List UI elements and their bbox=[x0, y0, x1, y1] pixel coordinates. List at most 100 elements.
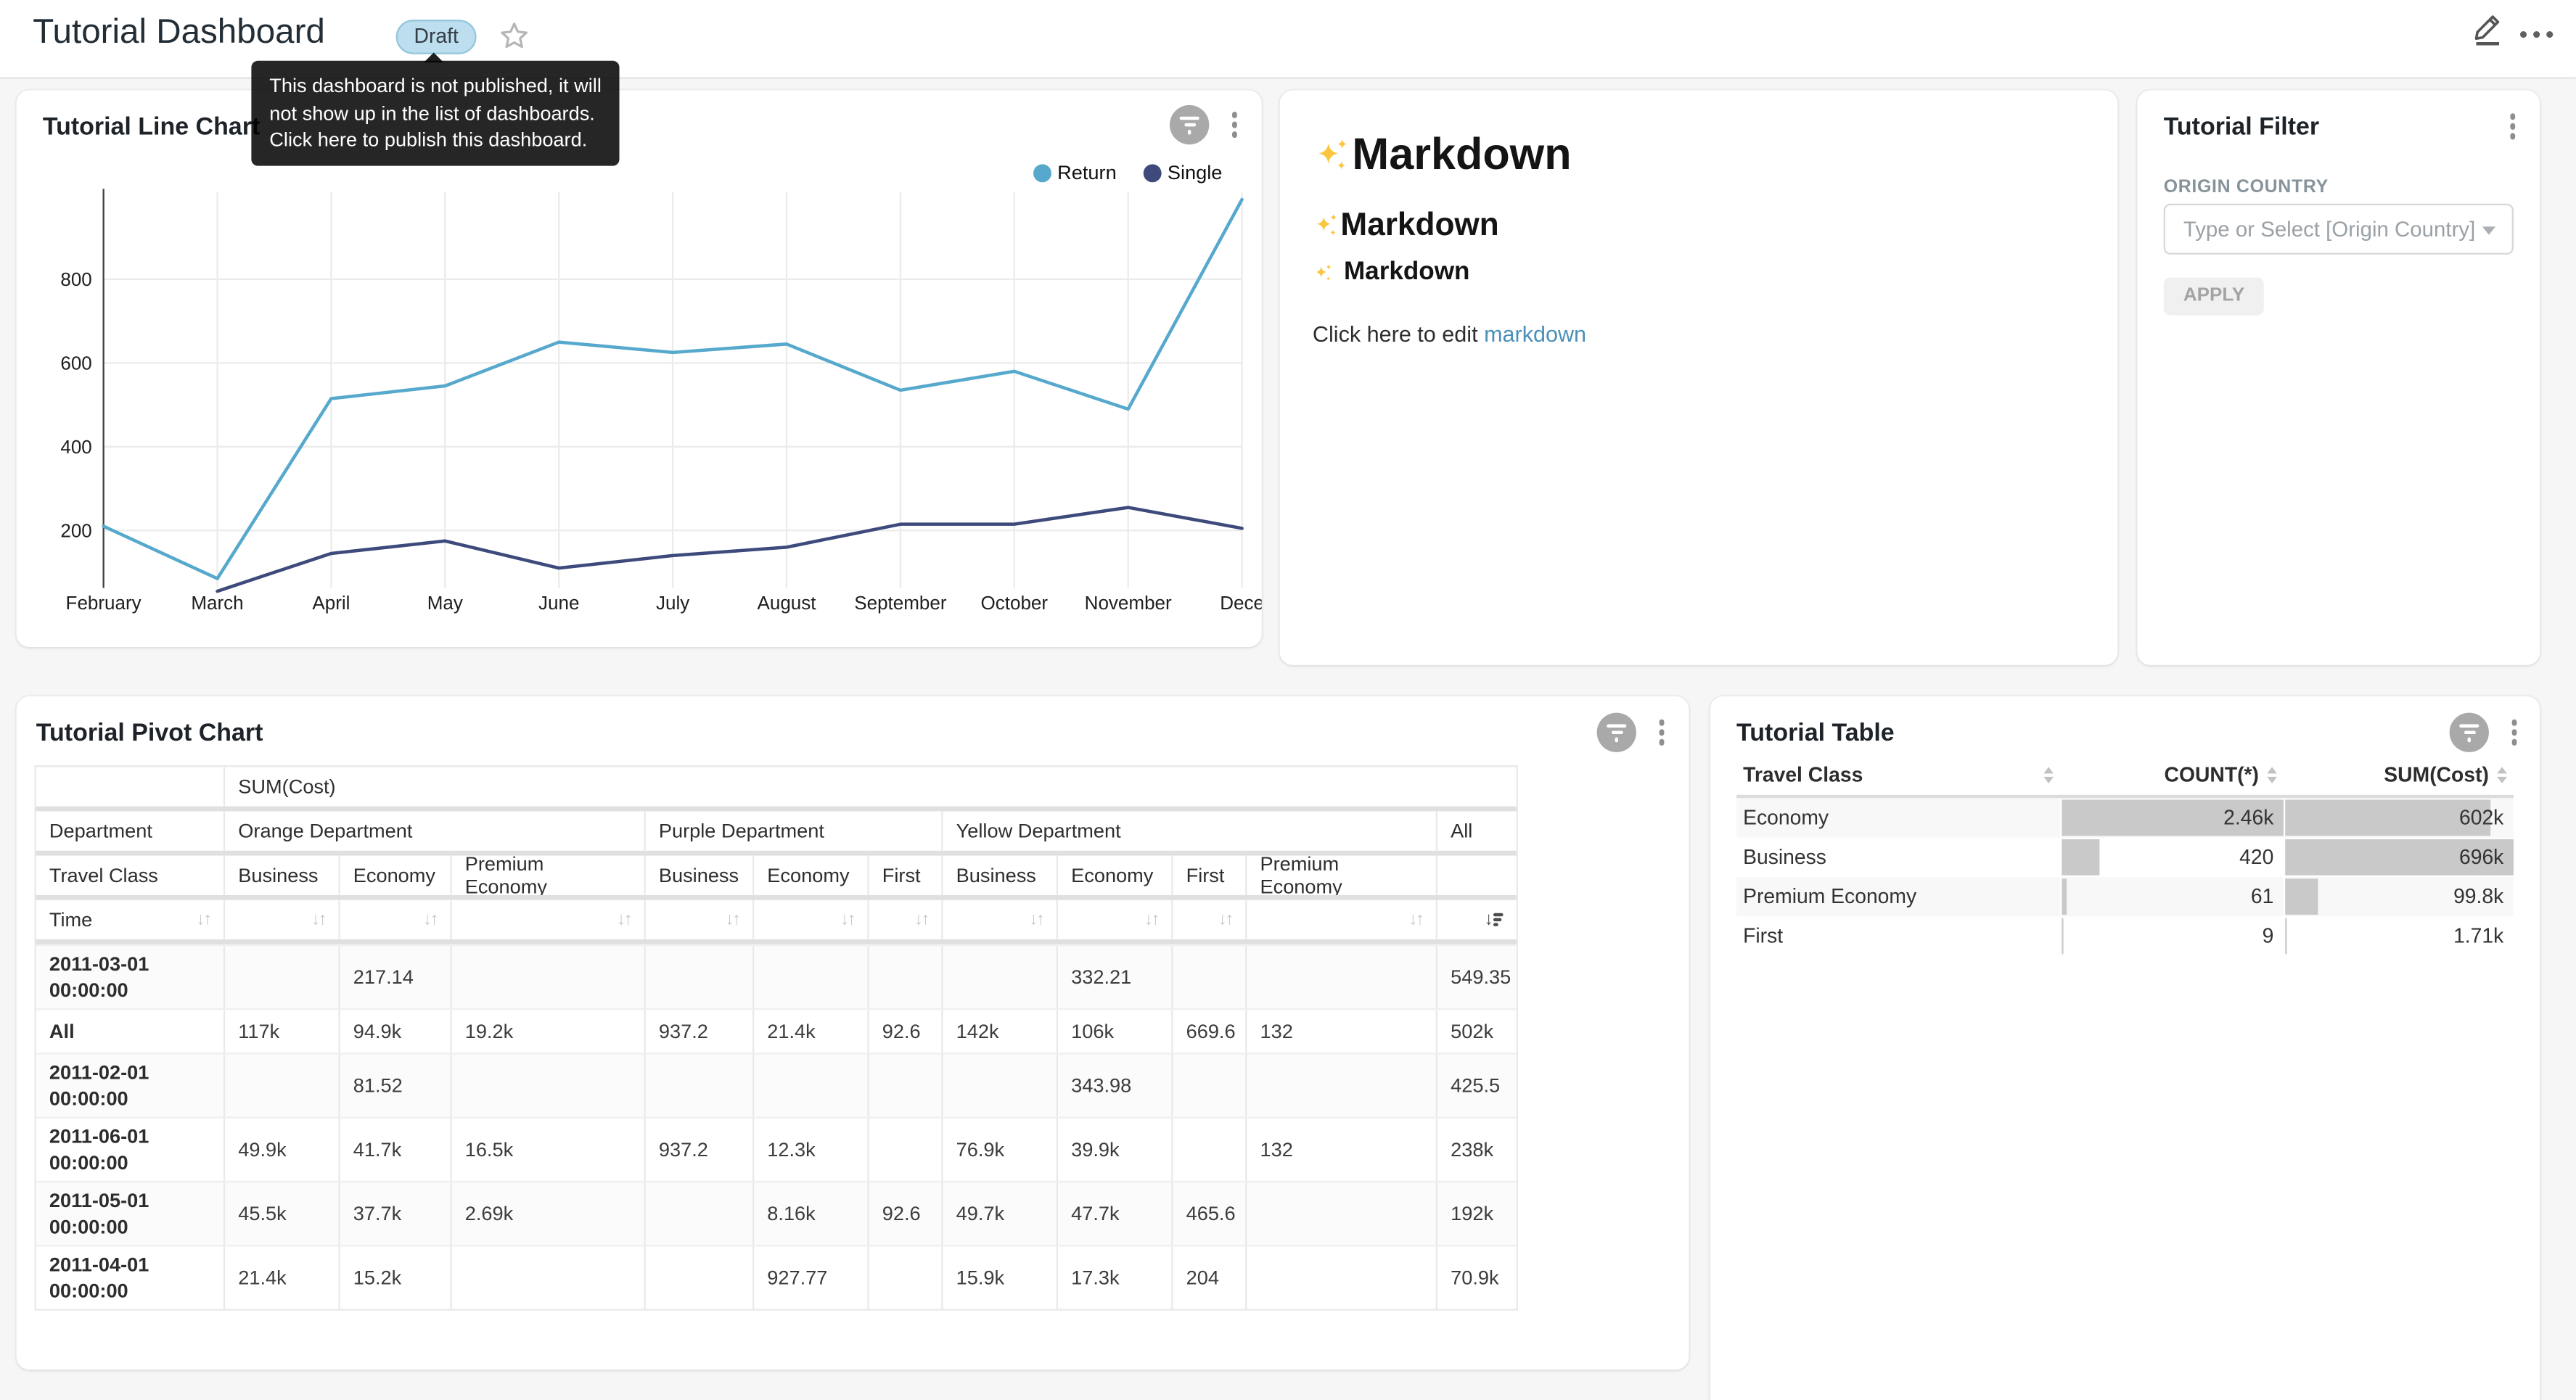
sort-icon[interactable] bbox=[2043, 767, 2054, 783]
status-badge[interactable]: Draft bbox=[396, 20, 477, 54]
count-cell: 61 bbox=[2060, 877, 2284, 916]
filter-indicator-icon[interactable] bbox=[2450, 713, 2489, 752]
pivot-sort-cell: ↓↑ bbox=[754, 900, 869, 939]
y-axis-tick-label: 600 bbox=[60, 352, 91, 374]
markdown-h3-text: Markdown bbox=[1344, 258, 1470, 287]
count-cell: 2.46k bbox=[2060, 798, 2284, 837]
sort-icon[interactable]: ↓↑ bbox=[423, 910, 437, 929]
pivot-value-cell bbox=[869, 1119, 943, 1181]
sort-descending-icon[interactable]: ↓ bbox=[1485, 912, 1504, 928]
table-row: Economy2.46k602k bbox=[1736, 798, 2514, 837]
pivot-class-row: Travel ClassBusinessEconomyPremium Econo… bbox=[36, 856, 1517, 895]
count-bar bbox=[2062, 918, 2063, 955]
pivot-value-cell: 45.5k bbox=[225, 1182, 340, 1245]
column-header-count[interactable]: COUNT(*) bbox=[2060, 755, 2284, 794]
sort-icon[interactable]: ↓↑ bbox=[726, 910, 739, 929]
kebab-menu-icon[interactable] bbox=[1228, 108, 1240, 140]
pivot-value-cell: 21.4k bbox=[754, 1010, 869, 1053]
sum-cost-cell: 1.71k bbox=[2284, 916, 2514, 955]
sort-arrow: ↓ bbox=[1485, 912, 1492, 928]
sort-icon[interactable]: ↓↑ bbox=[1408, 910, 1422, 929]
line-chart-panel: Tutorial Line Chart ReturnSingle 2004006… bbox=[17, 91, 1262, 647]
column-header-travel-class[interactable]: Travel Class bbox=[1736, 755, 2060, 794]
x-axis-tick-label: Dece bbox=[1220, 592, 1262, 614]
sort-icon[interactable] bbox=[2497, 767, 2507, 783]
pivot-value-cell bbox=[1247, 946, 1437, 1008]
pivot-value-cell bbox=[1173, 1054, 1247, 1116]
tooltip-line: This dashboard is not published, it will bbox=[269, 73, 602, 99]
legend-item-single[interactable]: Single bbox=[1143, 161, 1222, 184]
more-options-icon[interactable] bbox=[2520, 31, 2553, 38]
markdown-panel: Markdown Markdown Markdown Click here to… bbox=[1280, 91, 2118, 665]
pivot-value-cell bbox=[646, 1054, 754, 1116]
column-header-sum-cost[interactable]: SUM(Cost) bbox=[2284, 755, 2514, 794]
pivot-value-cell: 81.52 bbox=[340, 1054, 452, 1116]
count-value: 420 bbox=[2239, 846, 2273, 869]
filter-indicator-icon[interactable] bbox=[1170, 105, 1209, 144]
sort-icon[interactable]: ↓↑ bbox=[617, 910, 631, 929]
pivot-value-cell: 49.7k bbox=[943, 1182, 1058, 1245]
line-chart-svg: 200400600800FebruaryMarchAprilMayJuneJul… bbox=[17, 186, 1262, 633]
pivot-class-header: Economy bbox=[340, 856, 452, 895]
pivot-value-cell: 217.14 bbox=[340, 946, 452, 1008]
travel-class-cell: Economy bbox=[1736, 798, 2060, 837]
pivot-header-divider bbox=[36, 939, 1517, 944]
kebab-menu-icon[interactable] bbox=[2508, 716, 2520, 748]
pivot-sort-cell: ↓↑ bbox=[1058, 900, 1173, 939]
sum-cost-cell: 99.8k bbox=[2284, 877, 2514, 916]
sort-icon[interactable]: ↓↑ bbox=[1029, 910, 1043, 929]
sort-icon[interactable]: ↓↑ bbox=[914, 910, 928, 929]
time-label: Time bbox=[49, 908, 92, 931]
pivot-value-cell: 465.6 bbox=[1173, 1182, 1247, 1245]
y-axis-tick-label: 200 bbox=[60, 519, 91, 541]
filter-indicator-icon[interactable] bbox=[1597, 713, 1636, 752]
edit-dashboard-icon[interactable] bbox=[2472, 12, 2503, 48]
pivot-class-header: Business bbox=[943, 856, 1058, 895]
favorite-star-icon[interactable] bbox=[499, 21, 529, 51]
kebab-menu-icon[interactable] bbox=[1655, 716, 1668, 748]
sort-icon[interactable]: ↓↑ bbox=[840, 910, 854, 929]
pivot-value-cell: 92.6 bbox=[869, 1182, 943, 1245]
column-header-label: COUNT(*) bbox=[2165, 764, 2259, 787]
count-bar bbox=[2062, 878, 2067, 915]
pivot-class-header: Business bbox=[225, 856, 340, 895]
legend-dot bbox=[1143, 163, 1161, 181]
pivot-row-label: All bbox=[36, 1010, 225, 1053]
pivot-department-row: DepartmentOrange DepartmentPurple Depart… bbox=[36, 811, 1517, 850]
pivot-value-cell: 21.4k bbox=[225, 1246, 340, 1309]
count-cell: 420 bbox=[2060, 838, 2284, 877]
travel-class-cell: Premium Economy bbox=[1736, 877, 2060, 916]
sort-down-arrow bbox=[2497, 777, 2507, 783]
pivot-class-header: First bbox=[1173, 856, 1247, 895]
column-header-label: Travel Class bbox=[1743, 764, 1863, 787]
pivot-measure-header: SUM(Cost) bbox=[225, 767, 1517, 806]
pivot-value-cell bbox=[225, 946, 340, 1008]
pivot-class-header: Business bbox=[646, 856, 754, 895]
pivot-value-cell: 12.3k bbox=[754, 1119, 869, 1181]
x-axis-tick-label: October bbox=[981, 592, 1049, 614]
pivot-value-cell: 39.9k bbox=[1058, 1119, 1173, 1181]
sort-icon[interactable]: ↓↑ bbox=[1218, 910, 1232, 929]
sort-icon[interactable]: ↓↑ bbox=[197, 910, 210, 929]
sort-up-arrow bbox=[2267, 767, 2277, 773]
sort-up-arrow bbox=[2497, 767, 2507, 773]
pivot-department-header: Purple Department bbox=[646, 811, 943, 850]
markdown-edit-link[interactable]: markdown bbox=[1484, 322, 1586, 347]
pivot-value-cell bbox=[225, 1054, 340, 1116]
sort-icon[interactable] bbox=[2267, 767, 2277, 783]
sparkles-emoji-icon bbox=[1313, 212, 1340, 239]
kebab-menu-icon[interactable] bbox=[2506, 110, 2519, 142]
filter-panel: Tutorial Filter ORIGIN COUNTRY Type or S… bbox=[2137, 91, 2540, 665]
pivot-row: 2011-02-01 00:00:0081.52343.98425.5 bbox=[36, 1053, 1517, 1116]
origin-country-select[interactable]: Type or Select [Origin Country] bbox=[2164, 204, 2514, 255]
sort-icon[interactable]: ↓↑ bbox=[1144, 910, 1158, 929]
pivot-value-cell: 132 bbox=[1247, 1119, 1437, 1181]
tooltip-line: not show up in the list of dashboards. bbox=[269, 99, 602, 126]
apply-button[interactable]: APPLY bbox=[2164, 278, 2265, 316]
pivot-value-cell: 192k bbox=[1437, 1182, 1517, 1245]
sort-icon[interactable]: ↓↑ bbox=[311, 910, 325, 929]
travel-class-cell: Business bbox=[1736, 838, 2060, 877]
legend-item-return[interactable]: Return bbox=[1033, 161, 1117, 184]
pivot-class-header: Premium Economy bbox=[452, 856, 646, 895]
y-axis-tick-label: 400 bbox=[60, 436, 91, 458]
